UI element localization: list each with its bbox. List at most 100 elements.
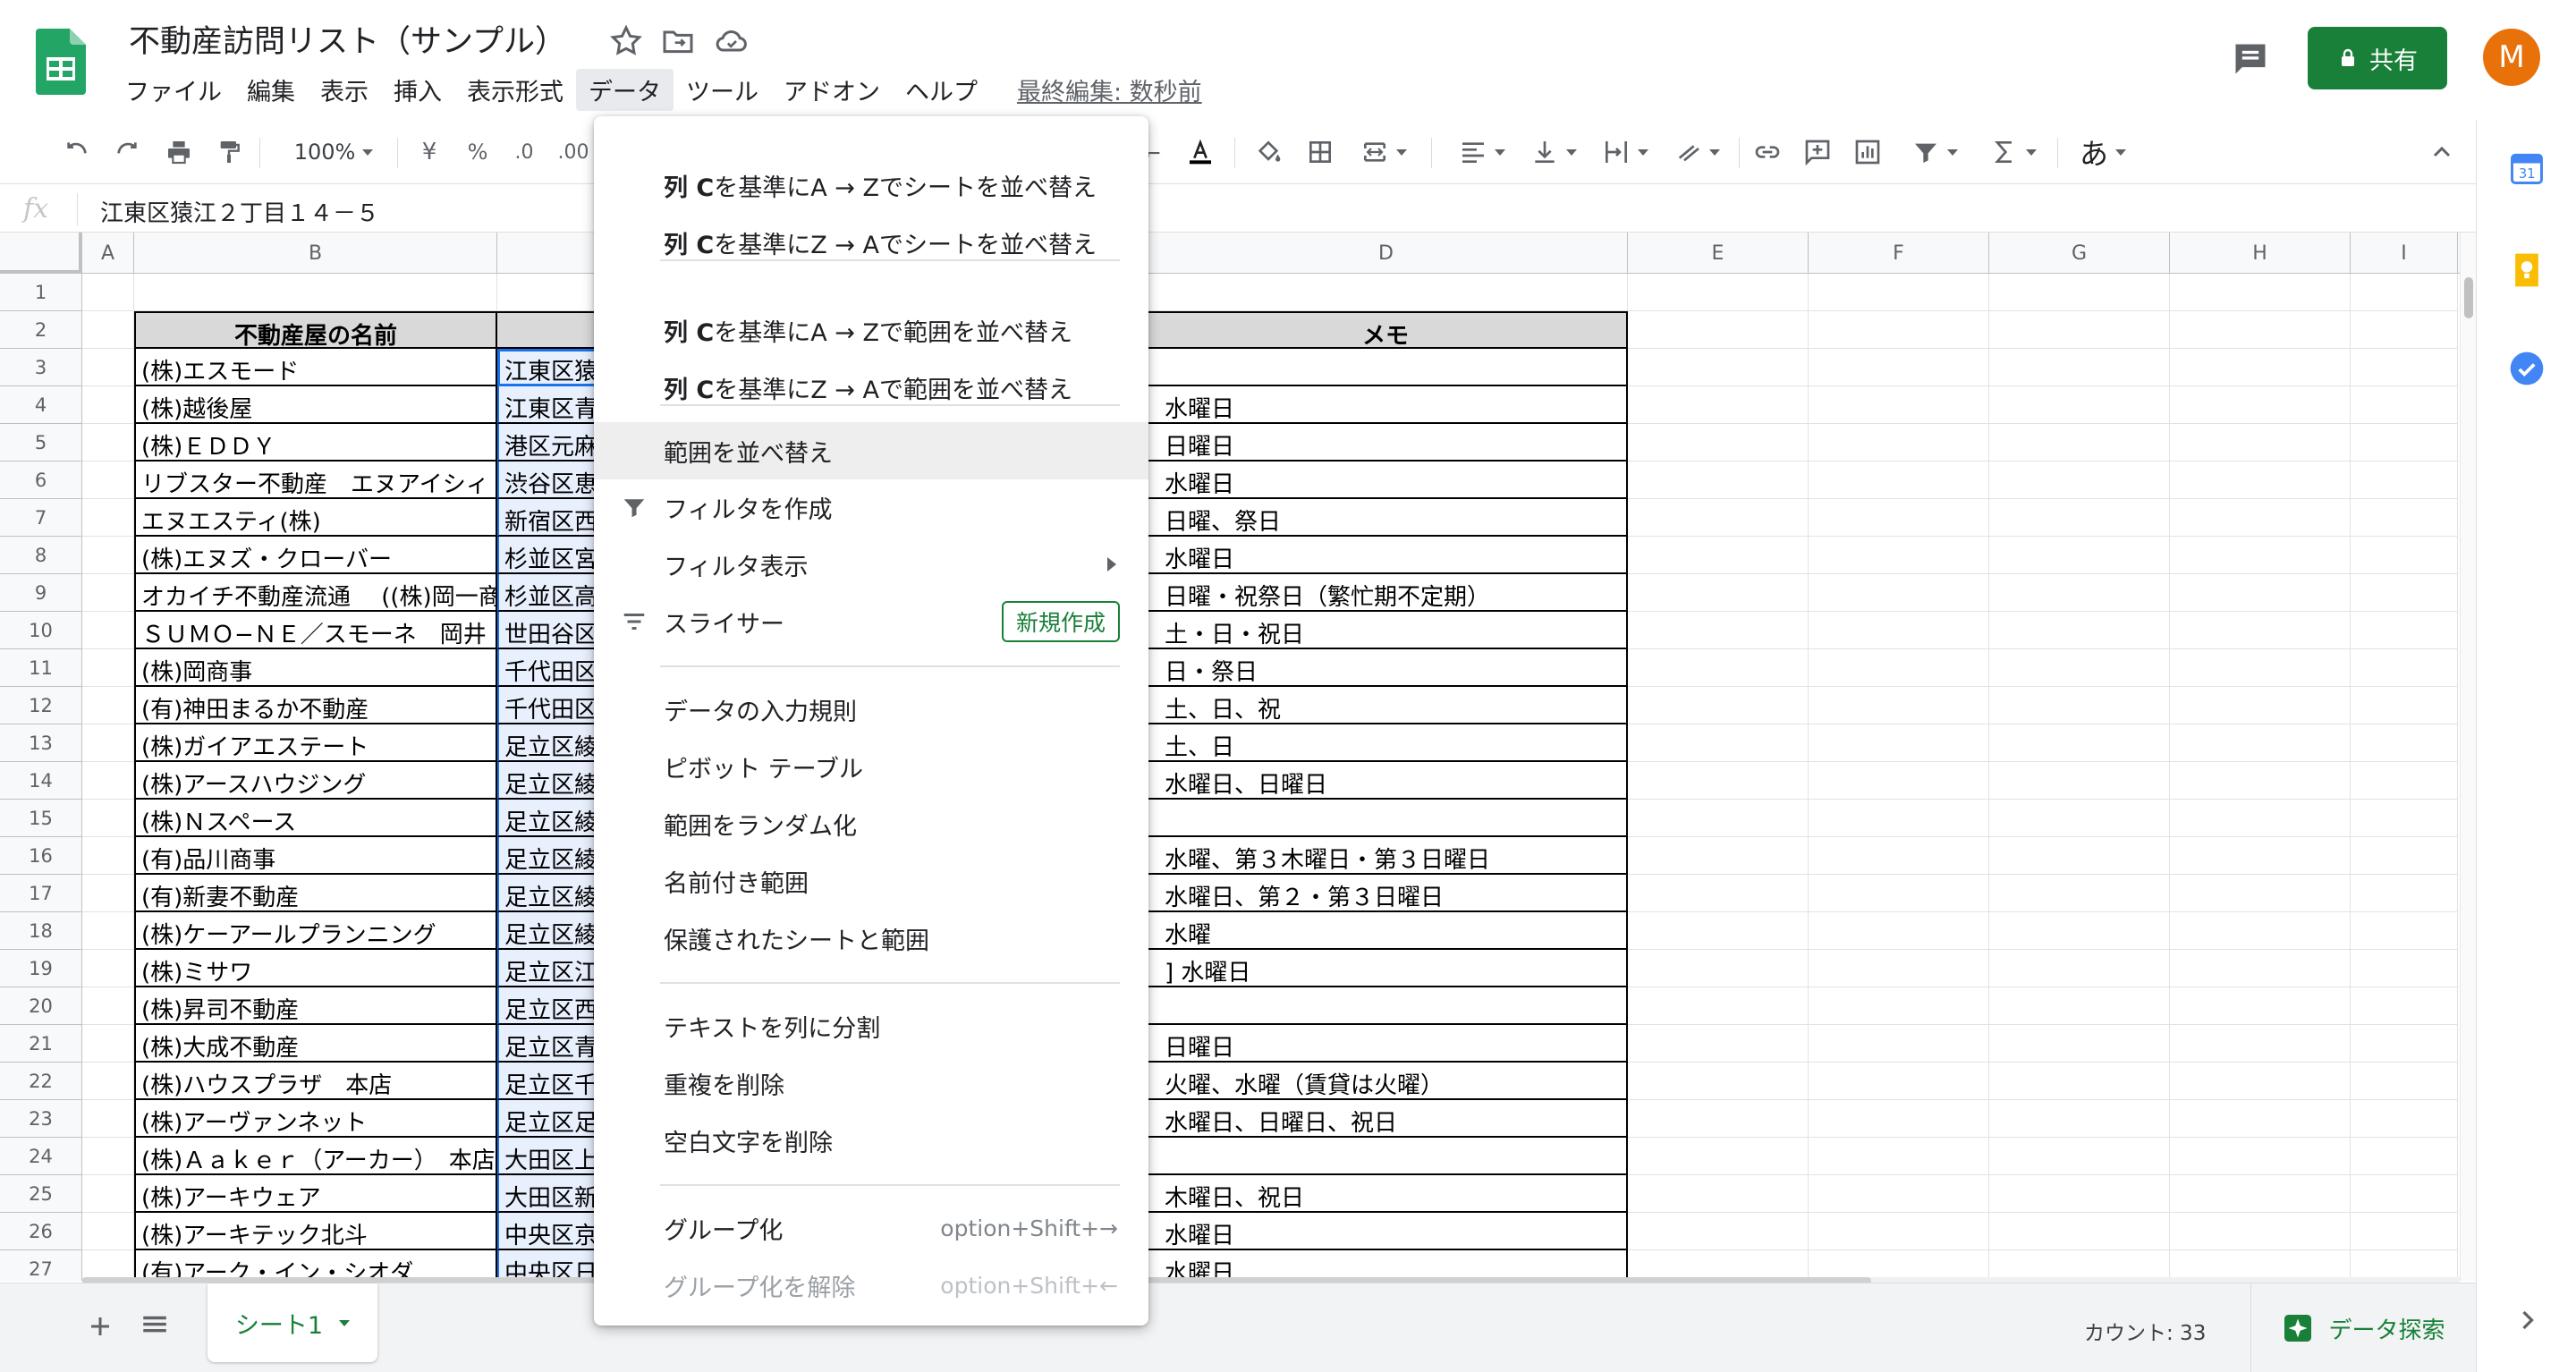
row-header[interactable]: 6 [0,462,82,499]
cell-h24[interactable] [2170,1138,2351,1175]
row-header[interactable]: 13 [0,724,82,762]
vertical-align-icon[interactable] [1522,132,1585,172]
cell-a15[interactable] [82,800,134,837]
column-header-b[interactable]: B [134,233,497,274]
menu-filter-views[interactable]: フィルタ表示 [594,538,1148,590]
text-rotation-icon[interactable] [1665,132,1728,172]
cell-b26[interactable]: (株)アーキテック北斗 [134,1213,497,1250]
cell-b4[interactable]: (株)越後屋 [134,386,497,424]
cell-a12[interactable] [82,687,134,724]
column-header-i[interactable]: I [2351,233,2458,274]
cell-a27[interactable] [82,1250,134,1281]
cell-e4[interactable] [1628,386,1809,424]
row-header[interactable]: 20 [0,987,82,1025]
cell-f15[interactable] [1809,800,1989,837]
cell-i11[interactable] [2351,649,2458,687]
cell-b1[interactable] [134,274,497,311]
explore-button[interactable]: データ探索 [2250,1283,2476,1372]
cell-f16[interactable] [1809,837,1989,875]
cell-a23[interactable] [82,1100,134,1138]
cell-g8[interactable] [1989,537,2170,574]
cell-e27[interactable] [1628,1250,1809,1281]
cell-g25[interactable] [1989,1175,2170,1213]
cell-i18[interactable] [2351,912,2458,950]
cell-e6[interactable] [1628,462,1809,499]
cell-i2[interactable] [2351,311,2458,349]
cell-b2[interactable]: 不動産屋の名前 [134,311,497,349]
cell-d2[interactable]: メモ [1145,311,1628,349]
cell-h13[interactable] [2170,724,2351,762]
row-header[interactable]: 7 [0,499,82,537]
cell-g2[interactable] [1989,311,2170,349]
cell-d19[interactable]: ] 水曜日 [1145,950,1628,987]
menu-sort-range[interactable]: 範囲を並べ替え [594,422,1148,479]
cell-h17[interactable] [2170,875,2351,912]
cell-i10[interactable] [2351,612,2458,649]
row-header[interactable]: 21 [0,1025,82,1063]
cell-f22[interactable] [1809,1063,1989,1100]
cell-g3[interactable] [1989,349,2170,386]
cell-a16[interactable] [82,837,134,875]
row-header[interactable]: 2 [0,311,82,349]
menu-remove-duplicates[interactable]: 重複を削除 [594,1057,1148,1109]
cell-g15[interactable] [1989,800,2170,837]
cell-h9[interactable] [2170,574,2351,612]
cell-h5[interactable] [2170,424,2351,462]
cell-a6[interactable] [82,462,134,499]
row-header[interactable]: 19 [0,950,82,987]
cell-f2[interactable] [1809,311,1989,349]
keep-icon[interactable] [2507,250,2546,290]
cell-d5[interactable]: 日曜日 [1145,424,1628,462]
cell-e21[interactable] [1628,1025,1809,1063]
cell-a8[interactable] [82,537,134,574]
cell-e25[interactable] [1628,1175,1809,1213]
cell-i12[interactable] [2351,687,2458,724]
cell-e13[interactable] [1628,724,1809,762]
cell-e7[interactable] [1628,499,1809,537]
paint-format-icon[interactable] [211,132,247,172]
currency-format-button[interactable]: ¥ [413,132,445,172]
cell-f21[interactable] [1809,1025,1989,1063]
cell-d15[interactable] [1145,800,1628,837]
cell-i22[interactable] [2351,1063,2458,1100]
horizontal-align-icon[interactable] [1451,132,1513,172]
cell-g21[interactable] [1989,1025,2170,1063]
redo-icon[interactable] [109,132,145,172]
cell-b13[interactable]: (株)ガイアエステート [134,724,497,762]
row-header[interactable]: 9 [0,574,82,612]
filter-icon[interactable] [1902,132,1968,172]
row-header[interactable]: 18 [0,912,82,950]
cell-a2[interactable] [82,311,134,349]
cell-h23[interactable] [2170,1100,2351,1138]
cell-g7[interactable] [1989,499,2170,537]
cell-b5[interactable]: (株)ＥＤＤＹ [134,424,497,462]
menu-create-filter[interactable]: フィルタを作成 [594,481,1148,533]
cell-e3[interactable] [1628,349,1809,386]
cell-g27[interactable] [1989,1250,2170,1281]
cell-b20[interactable]: (株)昇司不動産 [134,987,497,1025]
menu-randomize-range[interactable]: 範囲をランダム化 [594,798,1148,850]
cell-e15[interactable] [1628,800,1809,837]
cell-h19[interactable] [2170,950,2351,987]
cell-a22[interactable] [82,1063,134,1100]
cell-f11[interactable] [1809,649,1989,687]
cell-f13[interactable] [1809,724,1989,762]
sheets-logo-icon[interactable] [36,29,86,95]
menu-split-text[interactable]: テキストを列に分割 [594,1000,1148,1052]
cell-d18[interactable]: 水曜 [1145,912,1628,950]
cell-b18[interactable]: (株)ケーアールプランニング [134,912,497,950]
cell-d6[interactable]: 水曜日 [1145,462,1628,499]
cell-b9[interactable]: オカイチ不動産流通 ((株)岡一商 [134,574,497,612]
cell-i27[interactable] [2351,1250,2458,1281]
cell-e2[interactable] [1628,311,1809,349]
cell-f10[interactable] [1809,612,1989,649]
cell-g24[interactable] [1989,1138,2170,1175]
row-header[interactable]: 14 [0,762,82,800]
cell-g1[interactable] [1989,274,2170,311]
cell-g12[interactable] [1989,687,2170,724]
tasks-icon[interactable] [2507,349,2546,388]
cell-b22[interactable]: (株)ハウスプラザ 本店 [134,1063,497,1100]
cell-b10[interactable]: ＳＵＭＯ−ＮＥ／スモーネ 岡井 [134,612,497,649]
select-all-corner[interactable] [0,233,82,274]
add-sheet-button[interactable] [82,1308,118,1344]
